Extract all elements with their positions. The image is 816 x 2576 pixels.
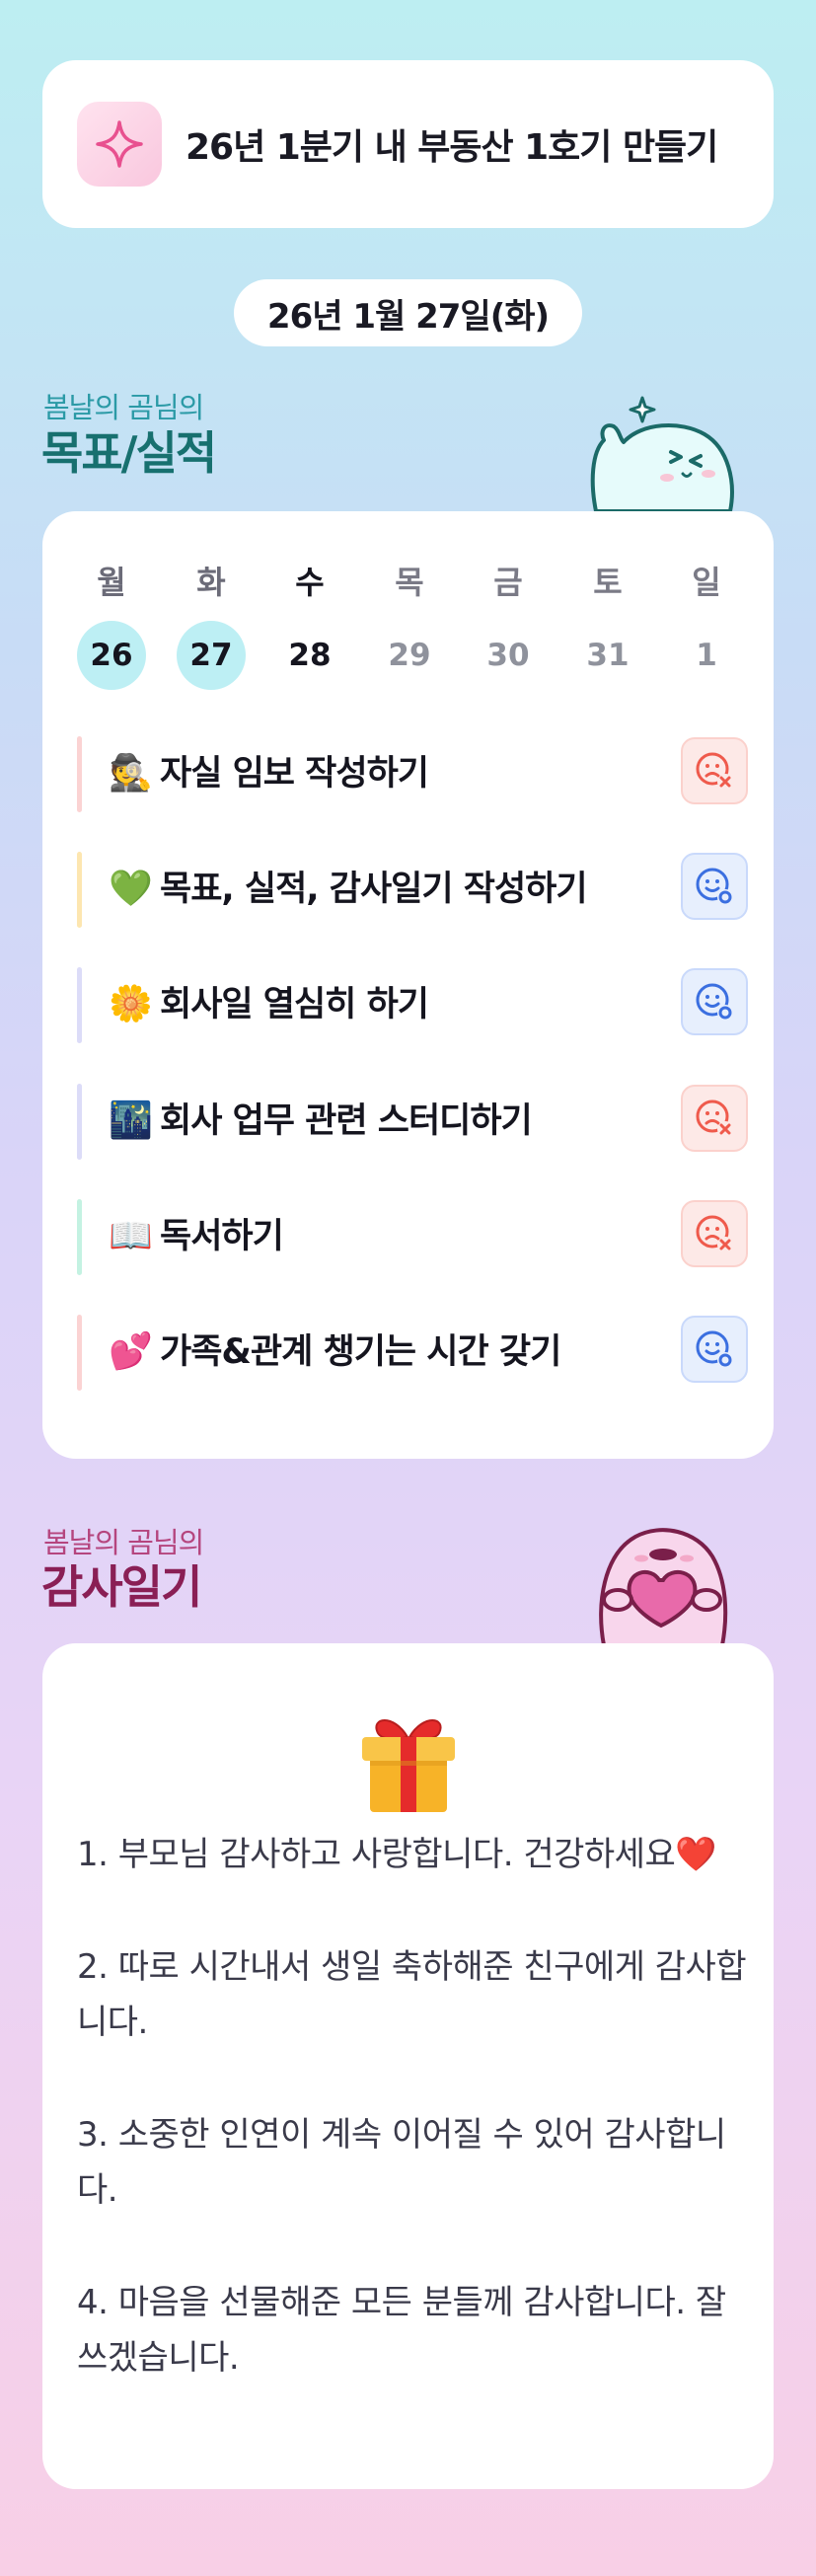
day-cell[interactable]: 일1: [672, 561, 741, 690]
waving-mascot-icon: [590, 396, 734, 513]
day-cell[interactable]: 목 29: [375, 561, 444, 690]
day-number: 28: [288, 638, 332, 673]
day-cell[interactable]: 월 26: [77, 561, 146, 690]
day-cell[interactable]: 화 27: [177, 561, 246, 690]
gratitude-card: 1. 부모님 감사하고 사랑합니다. 건강하세요❤️ 2. 따로 시간내서 생일 …: [42, 1643, 774, 2489]
day-name: 토: [593, 564, 623, 601]
day-name: 월: [97, 564, 126, 601]
task-row[interactable]: 🌃 회사 업무 관련 스터디하기: [77, 1084, 748, 1160]
day-name: 일: [692, 564, 721, 601]
task-color-bar: [77, 852, 82, 928]
day-number: 27: [177, 621, 246, 690]
week-strip: 월 26 화 27 수 28 목 29 금 30 토 31 일 1: [42, 561, 774, 709]
gratitude-list: 1. 부모님 감사하고 사랑합니다. 건강하세요❤️ 2. 따로 시간내서 생일 …: [77, 1827, 748, 2386]
section-title: 감사일기: [41, 1560, 202, 1614]
section-title: 목표/실적: [41, 426, 217, 480]
day-number: 1: [696, 638, 717, 673]
task-label: 회사일 열심히 하기: [160, 985, 429, 1024]
task-emoji: 🌃: [109, 1100, 153, 1141]
performance-card: 월 26 화 27 수 28 목 29 금 30 토 31 일 1 🕵️ 자실 임보 작성하기 💚 목표, 실적…: [42, 511, 774, 1459]
task-row[interactable]: 🌼 회사일 열심히 하기: [77, 967, 748, 1043]
task-label: 가족&관계 챙기는 시간 갖기: [160, 1332, 561, 1372]
task-color-bar: [77, 736, 82, 812]
gratitude-item: 1. 부모님 감사하고 사랑합니다. 건강하세요❤️: [77, 1835, 717, 1874]
task-label: 목표, 실적, 감사일기 작성하기: [160, 870, 588, 909]
task-emoji: 📖: [109, 1216, 153, 1256]
day-cell[interactable]: 수 28: [275, 561, 344, 690]
day-number: 29: [388, 638, 431, 673]
task-label: 독서하기: [160, 1217, 284, 1256]
task-row[interactable]: 💕 가족&관계 챙기는 시간 갖기: [77, 1315, 748, 1391]
day-cell[interactable]: 금 30: [474, 561, 543, 690]
smile-face-check-icon[interactable]: [681, 1316, 748, 1383]
goal-text: 26년 1분기 내 부동산 1호기 만들기: [185, 127, 718, 168]
goal-card: 26년 1분기 내 부동산 1호기 만들기: [42, 60, 774, 228]
task-emoji: 🌼: [109, 984, 153, 1024]
sparkle-icon: [77, 102, 162, 187]
gratitude-item: 3. 소중한 인연이 계속 이어질 수 있어 감사합니다.: [77, 2115, 726, 2210]
task-label: 회사 업무 관련 스터디하기: [160, 1101, 533, 1141]
task-emoji: 💕: [109, 1331, 153, 1372]
sad-face-x-icon[interactable]: [681, 737, 748, 804]
day-name: 목: [395, 564, 424, 601]
task-color-bar: [77, 1084, 82, 1160]
task-label: 자실 임보 작성하기: [160, 754, 429, 794]
day-name: 화: [196, 564, 226, 601]
sad-face-x-icon[interactable]: [681, 1200, 748, 1267]
task-row[interactable]: 📖 독서하기: [77, 1199, 748, 1275]
gift-icon: [362, 1719, 455, 1812]
task-color-bar: [77, 1315, 82, 1391]
day-number: 31: [586, 638, 630, 673]
task-emoji: 🕵️: [109, 753, 153, 794]
heart-mascot-icon: [599, 1528, 728, 1645]
gratitude-item: 4. 마음을 선물해준 모든 분들께 감사합니다. 잘 쓰겠습니다.: [77, 2283, 726, 2378]
task-emoji: 💚: [109, 869, 153, 909]
day-cell[interactable]: 토 31: [573, 561, 642, 690]
task-row[interactable]: 💚 목표, 실적, 감사일기 작성하기: [77, 852, 748, 928]
gratitude-item: 2. 따로 시간내서 생일 축하해준 친구에게 감사합니다.: [77, 1947, 747, 2042]
task-color-bar: [77, 1199, 82, 1275]
smile-face-check-icon[interactable]: [681, 968, 748, 1035]
date-label: 26년 1월 27일(화): [234, 279, 582, 346]
sad-face-x-icon[interactable]: [681, 1085, 748, 1152]
day-number: 30: [486, 638, 530, 673]
smile-face-check-icon[interactable]: [681, 853, 748, 920]
day-name: 수: [295, 564, 325, 601]
task-row[interactable]: 🕵️ 자실 임보 작성하기: [77, 736, 748, 812]
task-color-bar: [77, 967, 82, 1043]
day-name: 금: [493, 564, 523, 601]
day-number: 26: [77, 621, 146, 690]
